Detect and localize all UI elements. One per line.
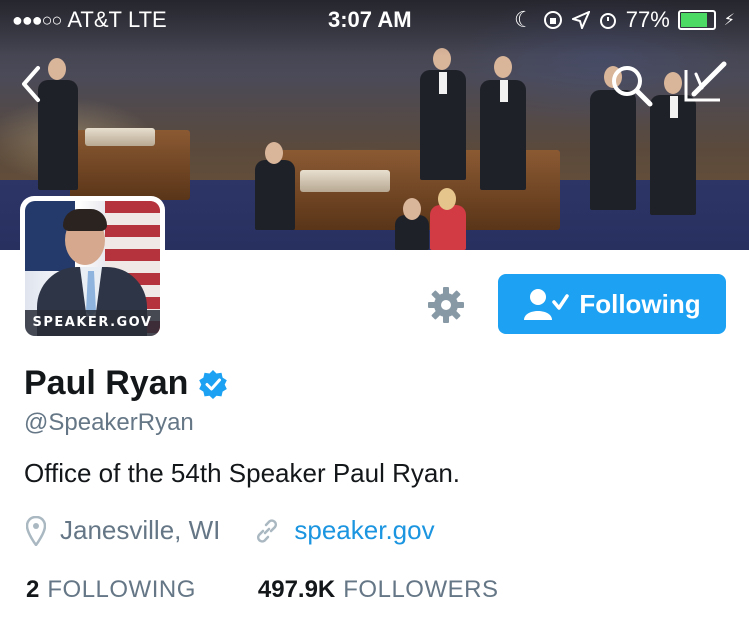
carrier-group: ●●●○○ AT&T LTE	[12, 7, 167, 33]
link-icon	[257, 518, 278, 543]
carrier-label: AT&T	[67, 7, 122, 32]
avatar-hair	[63, 209, 107, 231]
moon-icon: ☾	[513, 7, 534, 32]
search-icon[interactable]	[608, 62, 654, 108]
following-label[interactable]: FOLLOWING	[47, 576, 196, 604]
alarm-icon	[599, 13, 616, 29]
profile-location: Janesville, WI	[60, 515, 221, 545]
location-arrow-icon	[571, 11, 590, 29]
follow-user-check-icon	[524, 289, 570, 320]
followers-label[interactable]: FOLLOWERS	[343, 576, 498, 604]
signal-dots-icon: ●●●○○	[12, 9, 62, 30]
profile-name-row: Paul Ryan	[24, 364, 228, 403]
network-label: LTE	[127, 7, 167, 32]
following-button-label: Following	[579, 288, 701, 319]
status-right-group: ☾ 77% ⚡	[514, 7, 735, 33]
followers-count[interactable]: 497.9K	[258, 576, 335, 604]
gear-icon[interactable]	[427, 286, 465, 324]
clock: 3:07 AM	[328, 7, 412, 32]
profile-website-link[interactable]: speaker.gov	[294, 515, 434, 546]
rotation-lock-icon	[543, 11, 562, 29]
following-count[interactable]: 2	[26, 576, 39, 604]
status-bar: ●●●○○ AT&T LTE 3:07 AM ☾ 77% ⚡	[0, 0, 749, 40]
profile-avatar[interactable]: SPEAKER.GOV	[20, 196, 165, 341]
profile-meta: Janesville, WI speaker.gov	[26, 515, 435, 546]
profile-handle: @SpeakerRyan	[24, 409, 194, 436]
verified-badge-icon	[199, 369, 228, 399]
battery-percent: 77%	[625, 7, 670, 32]
battery-icon	[677, 10, 716, 30]
profile-name: Paul Ryan	[24, 364, 189, 402]
location-pin-icon	[26, 515, 46, 546]
back-chevron-icon[interactable]	[18, 64, 44, 104]
charging-bolt-icon: ⚡	[723, 12, 735, 29]
avatar-image: SPEAKER.GOV	[25, 201, 160, 336]
compose-tweet-icon[interactable]	[682, 58, 730, 106]
profile-stats: 2 FOLLOWING 497.9K FOLLOWERS	[26, 576, 560, 604]
profile-bio: Office of the 54th Speaker Paul Ryan.	[24, 458, 461, 488]
avatar-banner-text: SPEAKER.GOV	[25, 310, 160, 336]
following-button[interactable]: Following	[498, 274, 726, 334]
